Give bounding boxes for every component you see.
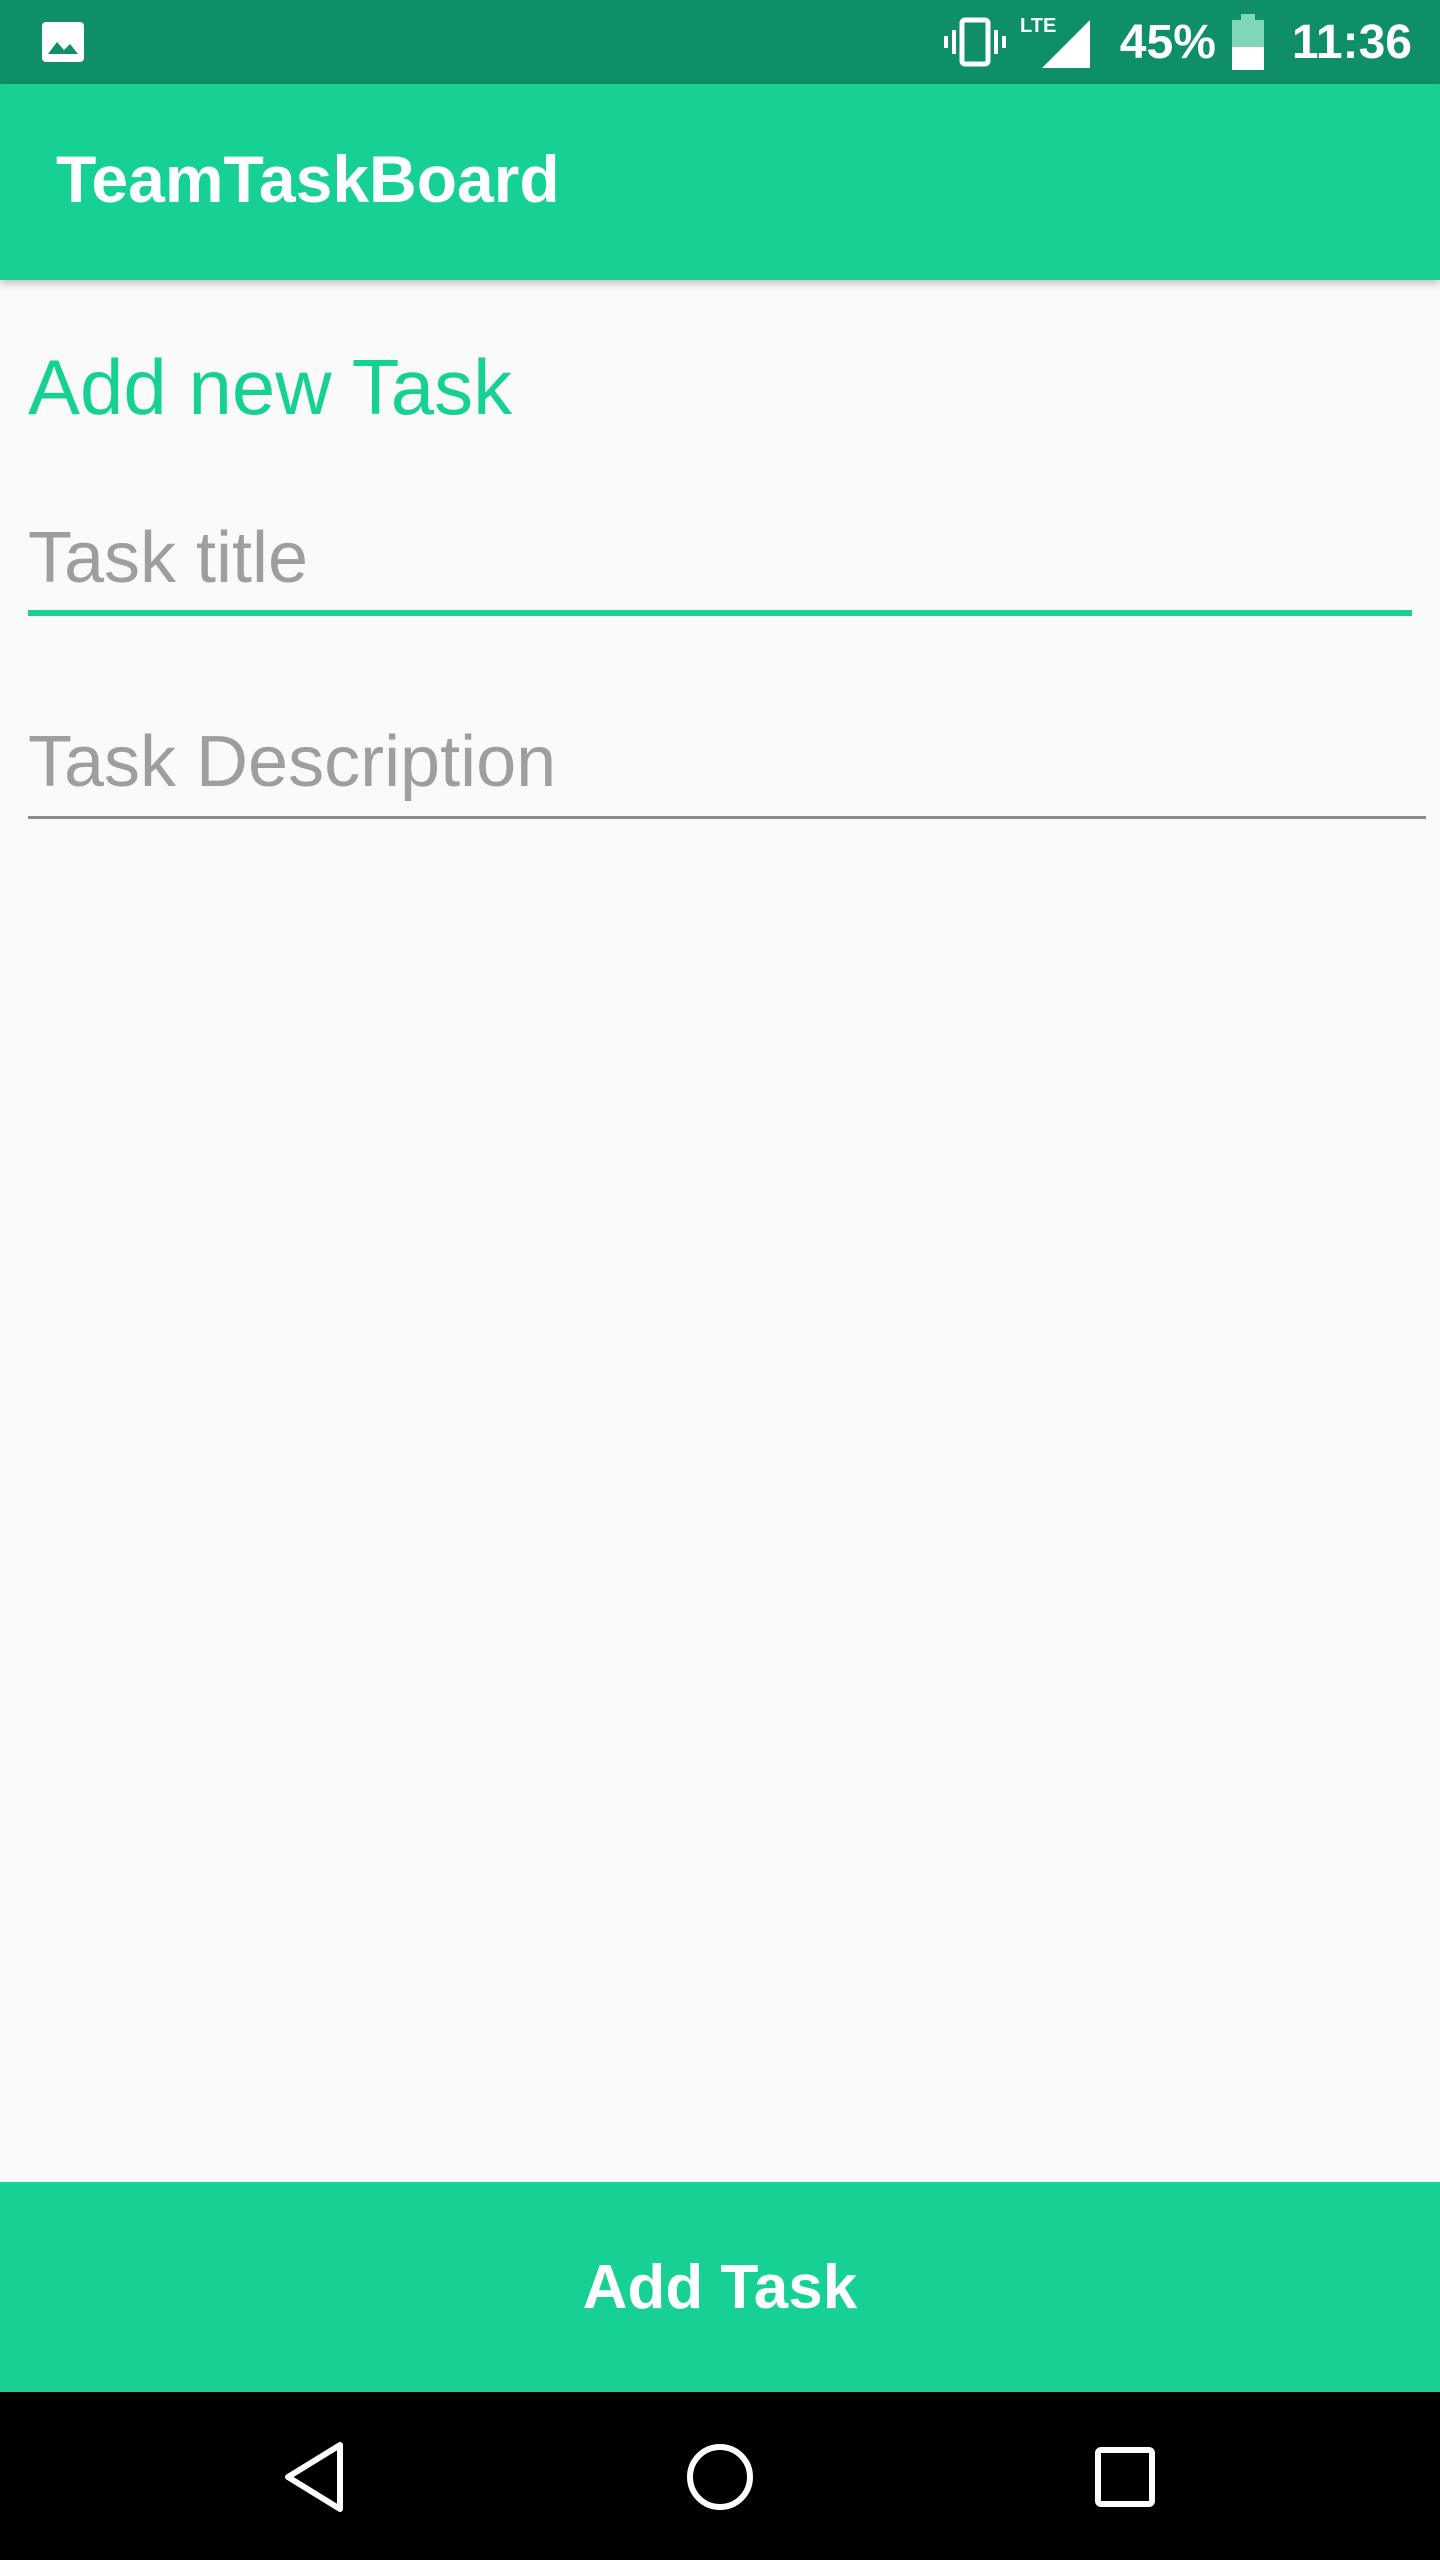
task-title-underline (28, 610, 1412, 616)
add-task-button[interactable]: Add Task (0, 2182, 1440, 2392)
app-title: TeamTaskBoard (56, 142, 560, 216)
screen: LTE 45% 11:36 TeamTaskBoard Add new Task… (0, 0, 1440, 2560)
vibrate-icon (943, 17, 1006, 67)
task-description-input[interactable] (28, 712, 1426, 812)
back-button[interactable] (270, 2432, 360, 2522)
lte-signal-icon: LTE (1020, 15, 1090, 68)
recents-button[interactable] (1080, 2432, 1170, 2522)
task-title-field (28, 508, 1412, 616)
battery-percent: 45% (1119, 15, 1216, 69)
task-description-field (28, 712, 1426, 819)
recents-square-icon (1095, 2447, 1155, 2507)
lte-label: LTE (1020, 15, 1056, 37)
clock: 11:36 (1291, 15, 1412, 69)
home-circle-icon (687, 2444, 753, 2510)
status-bar: LTE 45% 11:36 (0, 0, 1440, 84)
home-button[interactable] (675, 2432, 765, 2522)
back-triangle-icon (285, 2442, 343, 2512)
navigation-bar (0, 2392, 1440, 2560)
task-title-input[interactable] (28, 508, 1412, 608)
status-icons: LTE 45% 11:36 (942, 0, 1412, 84)
app-bar: TeamTaskBoard (0, 84, 1440, 280)
battery-icon (1231, 14, 1264, 70)
task-description-underline (28, 816, 1426, 819)
form-heading: Add new Task (28, 343, 513, 431)
image-icon (42, 22, 84, 62)
